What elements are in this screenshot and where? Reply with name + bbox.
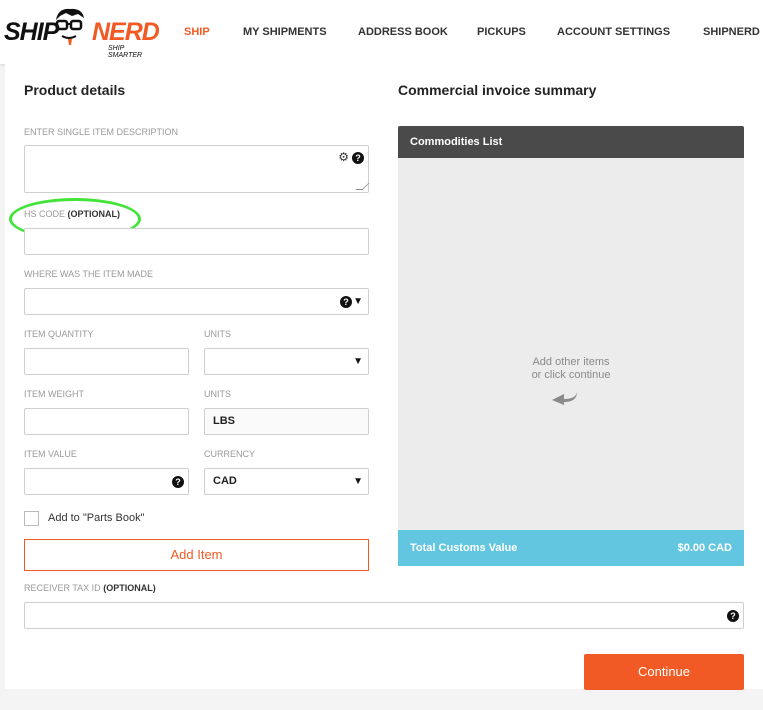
question-circle-icon[interactable]: ? [172, 476, 184, 488]
currency-value: CAD [213, 475, 237, 487]
quantity-units-label: UNITS [204, 329, 231, 339]
hs-code-input[interactable] [24, 228, 369, 255]
total-customs-value-label: Total Customs Value [410, 542, 518, 554]
add-item-button[interactable]: Add Item [24, 539, 369, 571]
description-textarea[interactable]: ⚙ ? [24, 145, 370, 193]
invoice-summary-title: Commercial invoice summary [398, 82, 597, 98]
logo-nerd-text: NERD [92, 18, 160, 46]
currency-label: CURRENCY [204, 449, 256, 459]
weight-label: ITEM WEIGHT [24, 389, 84, 399]
total-customs-value-bar: Total Customs Value $0.00 CAD [398, 530, 744, 566]
logo-ship-text: SHIP [4, 18, 59, 46]
description-label: ENTER SINGLE ITEM DESCRIPTION [24, 127, 179, 137]
caret-down-icon: ▼ [353, 476, 363, 487]
currency-select[interactable]: CAD ▼ [204, 468, 369, 495]
weight-input[interactable] [24, 408, 189, 435]
empty-list-message: Add other items or click continue [398, 356, 744, 382]
quantity-label: ITEM QUANTITY [24, 329, 94, 339]
gears-icon[interactable]: ⚙ [338, 151, 349, 163]
logo-tagline: SHIP SMARTER [108, 45, 143, 59]
receiver-tax-label-text: RECEIVER TAX ID [24, 583, 101, 593]
receiver-tax-optional: (OPTIONAL) [103, 583, 156, 593]
product-details-title: Product details [24, 82, 126, 98]
item-value-input[interactable]: ? [24, 468, 189, 495]
question-circle-icon[interactable]: ? [352, 152, 364, 164]
weight-units-label: UNITS [204, 389, 231, 399]
commodities-list-body: Add other items or click continue [398, 158, 744, 530]
origin-select[interactable]: ? ▼ [24, 288, 369, 315]
nav-account-settings[interactable]: ACCOUNT SETTINGS [557, 26, 670, 38]
nav-shipnerd[interactable]: SHIPNERD [703, 26, 760, 38]
weight-units-value: LBS [213, 415, 235, 427]
receiver-tax-label: RECEIVER TAX ID (OPTIONAL) [24, 583, 156, 593]
commodities-list-header: Commodities List [398, 126, 744, 158]
origin-label: WHERE WAS THE ITEM MADE [24, 269, 154, 279]
caret-down-icon: ▼ [353, 296, 363, 307]
commodities-list-panel: Commodities List Add other items or clic… [398, 126, 744, 566]
question-circle-icon[interactable]: ? [340, 296, 352, 308]
question-circle-icon[interactable]: ? [727, 610, 739, 622]
empty-message-line-1: Add other items [532, 356, 610, 368]
return-arrow-icon [552, 392, 577, 405]
shipnerd-logo[interactable]: SHIP NERD SHIP SMARTER [4, 4, 160, 59]
continue-button[interactable]: Continue [584, 654, 744, 690]
weight-units-field: LBS [204, 408, 369, 435]
resize-handle[interactable] [355, 183, 370, 190]
top-navigation-bar: SHIP NERD SHIP SMARTER SHIP MY SHIPMENTS… [0, 0, 763, 64]
receiver-tax-input[interactable]: ? [24, 602, 744, 629]
caret-down-icon: ▼ [353, 356, 363, 367]
quantity-input[interactable] [24, 348, 189, 375]
parts-book-label[interactable]: Add to "Parts Book" [48, 512, 144, 524]
nav-address-book[interactable]: ADDRESS BOOK [358, 26, 448, 38]
nav-ship[interactable]: SHIP [184, 26, 210, 38]
parts-book-checkbox[interactable] [24, 511, 39, 526]
quantity-units-select[interactable]: ▼ [204, 348, 369, 375]
nav-pickups[interactable]: PICKUPS [477, 26, 526, 38]
total-customs-value-amount: $0.00 CAD [677, 542, 732, 554]
value-label: ITEM VALUE [24, 449, 77, 459]
nav-my-shipments[interactable]: MY SHIPMENTS [243, 26, 327, 38]
empty-message-line-2: or click continue [531, 369, 611, 381]
